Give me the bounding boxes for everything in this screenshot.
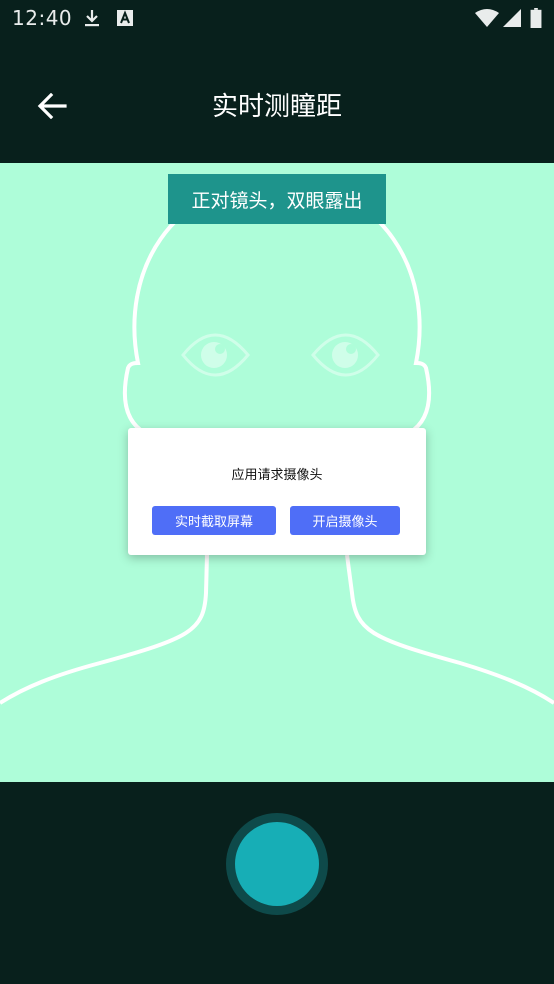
right-eye-guide xyxy=(311,333,380,377)
signal-icon xyxy=(503,9,521,27)
camera-permission-dialog: 应用请求摄像头 实时截取屏幕 开启摄像头 xyxy=(128,428,426,555)
shutter-icon xyxy=(235,822,319,906)
app-bar: 实时测瞳距 xyxy=(0,38,554,163)
a-icon xyxy=(117,10,133,26)
open-camera-button[interactable]: 开启摄像头 xyxy=(290,506,400,535)
dialog-message: 应用请求摄像头 xyxy=(231,468,323,483)
status-bar: 12:40 xyxy=(0,0,554,38)
bottom-control-panel xyxy=(0,782,554,984)
wifi-icon xyxy=(475,9,499,27)
page-title: 实时测瞳距 xyxy=(211,92,342,122)
battery-icon xyxy=(530,8,542,28)
download-icon xyxy=(85,10,99,27)
status-time: 12:40 xyxy=(12,6,73,30)
camera-preview: 正对镜头，双眼露出 应用请求摄像头 实时截取屏幕 开启摄像头 xyxy=(0,163,554,782)
hint-banner: 正对镜头，双眼露出 xyxy=(168,174,386,224)
head-outline xyxy=(0,554,554,705)
left-eye-guide xyxy=(181,333,250,377)
screen-capture-button[interactable]: 实时截取屏幕 xyxy=(152,506,276,535)
shutter-button[interactable] xyxy=(226,813,328,915)
